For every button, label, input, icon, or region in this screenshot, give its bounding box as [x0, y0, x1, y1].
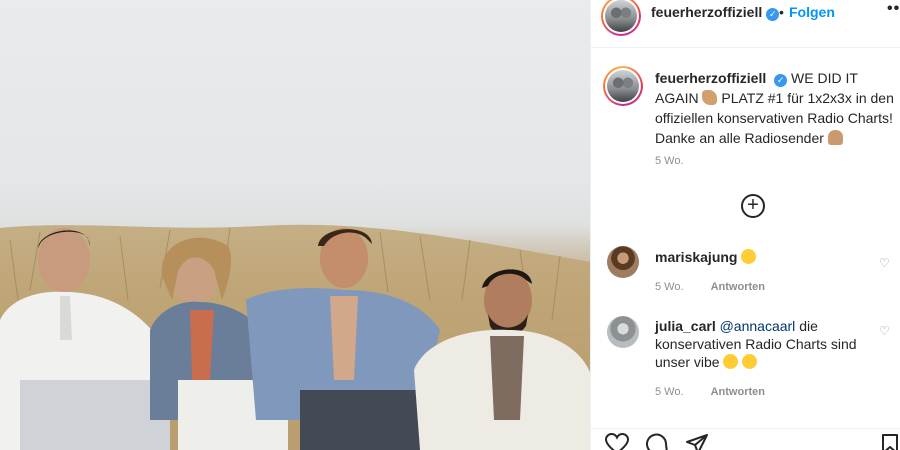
laughing-face-emoji-icon [723, 354, 739, 369]
post-action-bar [591, 428, 900, 450]
caption-avatar[interactable] [603, 66, 643, 106]
heart-icon[interactable] [605, 433, 629, 450]
comment-timestamp[interactable]: 5 Wo. [655, 281, 684, 293]
bookmark-icon[interactable] [881, 433, 899, 450]
smiling-face-emoji-icon [741, 249, 757, 264]
share-icon[interactable] [685, 433, 709, 450]
follow-button[interactable]: Folgen [789, 4, 835, 20]
verified-badge-icon: ✓ [766, 8, 780, 21]
profile-picture-icon [605, 0, 637, 32]
header-username-text[interactable]: feuerherzoffiziell [651, 4, 762, 20]
more-options-icon[interactable]: ••• [887, 0, 900, 18]
folded-hands-emoji-icon [827, 130, 843, 145]
comment-username[interactable]: julia_carl [655, 318, 716, 334]
post-header: feuerherzoffiziell ✓ • Folgen ••• [591, 0, 900, 48]
profile-picture-icon [607, 70, 639, 102]
header-separator: • [779, 4, 784, 20]
caption-timestamp[interactable]: 5 Wo. [655, 155, 684, 167]
comment-avatar[interactable] [607, 246, 639, 278]
reply-button[interactable]: Antworten [711, 281, 765, 293]
comment-like-heart-icon[interactable]: ♡ [879, 324, 890, 338]
comment-username[interactable]: mariskajung [655, 249, 737, 265]
laughing-face-emoji-icon [742, 354, 758, 369]
group-photo-dunes [0, 224, 590, 450]
comment-icon[interactable] [645, 433, 669, 450]
load-more-comments-icon[interactable]: + [741, 194, 765, 218]
post-photo[interactable] [0, 0, 590, 450]
comment-item: julia_carl @annacaarl die konservativen … [655, 317, 875, 371]
header-avatar[interactable] [601, 0, 641, 36]
comment-mention-link[interactable]: @annacaarl [720, 318, 796, 334]
caption-username[interactable]: feuerherzoffiziell [655, 70, 766, 86]
comment-meta: 5 Wo. Antworten [655, 386, 765, 398]
comment-meta: 5 Wo. Antworten [655, 281, 765, 293]
header-username[interactable]: feuerherzoffiziell ✓ [651, 4, 780, 21]
verified-badge-icon: ✓ [774, 74, 788, 87]
comment-avatar[interactable] [607, 316, 639, 348]
post-caption: feuerherzoffiziell ✓ WE DID IT AGAIN PLA… [655, 68, 895, 148]
comment-like-heart-icon[interactable]: ♡ [879, 256, 890, 270]
flexed-biceps-emoji-icon [702, 90, 718, 105]
reply-button[interactable]: Antworten [711, 386, 765, 398]
comment-timestamp[interactable]: 5 Wo. [655, 386, 684, 398]
post-side-panel: feuerherzoffiziell ✓ • Folgen ••• feuerhe… [590, 0, 900, 450]
comment-item: mariskajung [655, 248, 875, 266]
